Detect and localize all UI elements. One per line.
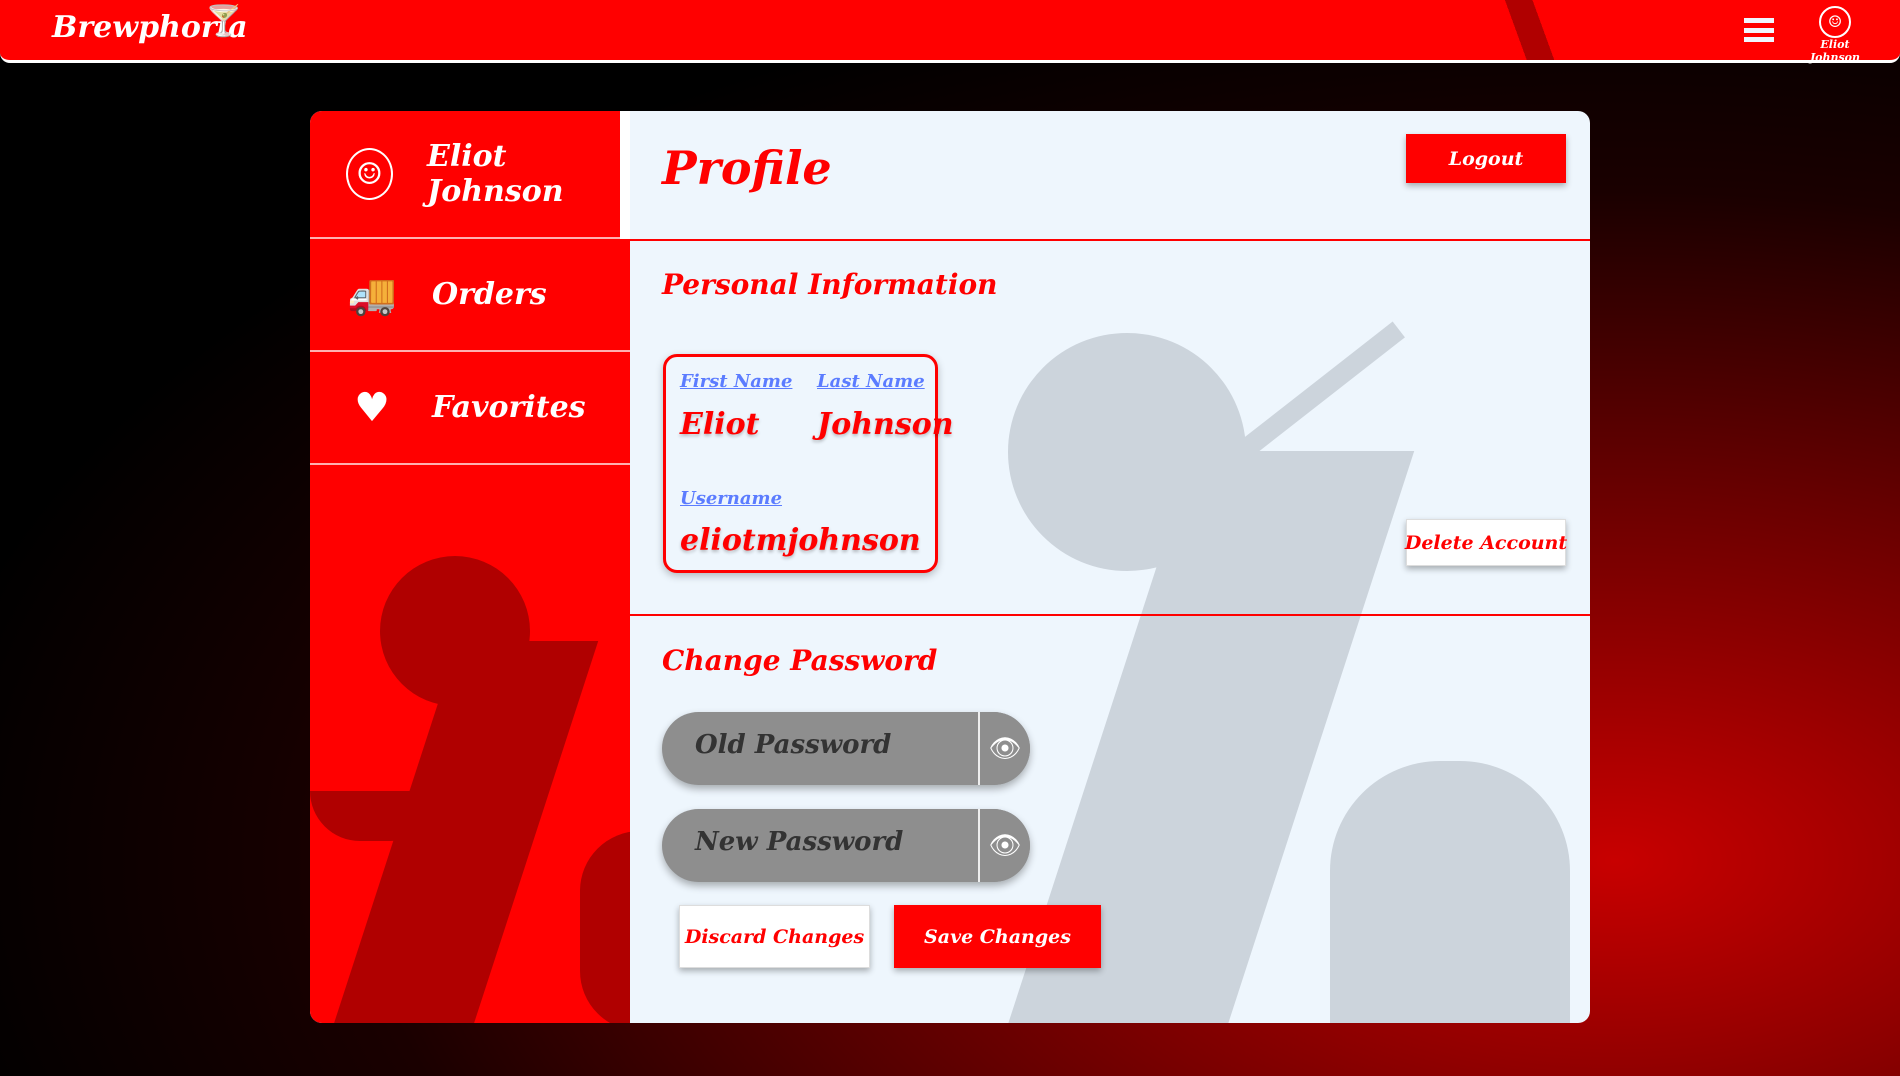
profile-card: ☺ Eliot Johnson 🚚 Orders ♥ Favorites Pro…: [310, 111, 1590, 1023]
straw-background-icon: [1235, 321, 1405, 461]
personal-info-box: First Name Last Name Eliot Johnson Usern…: [663, 354, 954, 573]
header-user[interactable]: ☺ Eliot Johnson: [1795, 6, 1875, 64]
page-title: Profile: [662, 141, 832, 195]
main-content: Profile Logout Personal Information Firs…: [630, 111, 1590, 1023]
sidebar-item-favorites[interactable]: ♥ Favorites: [310, 352, 630, 465]
glass-decoration-2: [580, 831, 630, 1023]
active-indicator: [620, 111, 630, 239]
username-value: eliotmjohnson: [680, 523, 921, 558]
user-avatar-icon: ☺: [346, 148, 394, 200]
user-avatar-icon: ☺: [1819, 6, 1851, 38]
sidebar-item-label: Orders: [432, 277, 547, 312]
last-name-label: Last Name: [817, 371, 925, 392]
sidebar: ☺ Eliot Johnson 🚚 Orders ♥ Favorites: [310, 111, 630, 1023]
sidebar-item-label: Favorites: [432, 390, 586, 425]
eye-icon[interactable]: 👁: [978, 809, 1030, 882]
username-label: Username: [680, 488, 783, 509]
hamburger-menu-icon[interactable]: [1744, 18, 1774, 42]
old-password-placeholder: Old Password: [695, 730, 892, 760]
last-name-value: Johnson: [817, 407, 954, 442]
heart-icon: ♥: [354, 384, 390, 431]
header-user-name: Eliot Johnson: [1809, 38, 1861, 64]
eye-icon[interactable]: 👁: [978, 712, 1030, 785]
divider: [630, 614, 1590, 616]
old-password-input[interactable]: Old Password 👁: [662, 712, 1030, 785]
truck-icon: 🚚: [347, 272, 397, 318]
personal-info-heading: Personal Information: [662, 268, 998, 301]
divider: [630, 239, 1590, 241]
sidebar-item-orders[interactable]: 🚚 Orders: [310, 239, 630, 352]
new-password-placeholder: New Password: [695, 827, 904, 857]
top-header: Brewphoria 🍸 ☺ Eliot Johnson: [0, 0, 1900, 64]
discard-changes-button[interactable]: Discard Changes: [679, 905, 870, 968]
logout-button[interactable]: Logout: [1406, 134, 1566, 183]
cocktail-logo-icon: 🍸: [205, 4, 243, 39]
sidebar-item-profile[interactable]: ☺ Eliot Johnson: [310, 111, 630, 239]
cup-background-icon: [1330, 761, 1570, 1023]
first-name-value: Eliot: [680, 407, 760, 442]
delete-account-button[interactable]: Delete Account: [1405, 519, 1567, 566]
drink-decoration: [1490, 0, 1560, 60]
save-changes-button[interactable]: Save Changes: [894, 905, 1101, 968]
new-password-input[interactable]: New Password 👁: [662, 809, 1030, 882]
sidebar-item-label: Eliot Johnson: [427, 139, 564, 209]
first-name-label: First Name: [680, 371, 793, 392]
change-password-heading: Change Password: [662, 644, 938, 677]
